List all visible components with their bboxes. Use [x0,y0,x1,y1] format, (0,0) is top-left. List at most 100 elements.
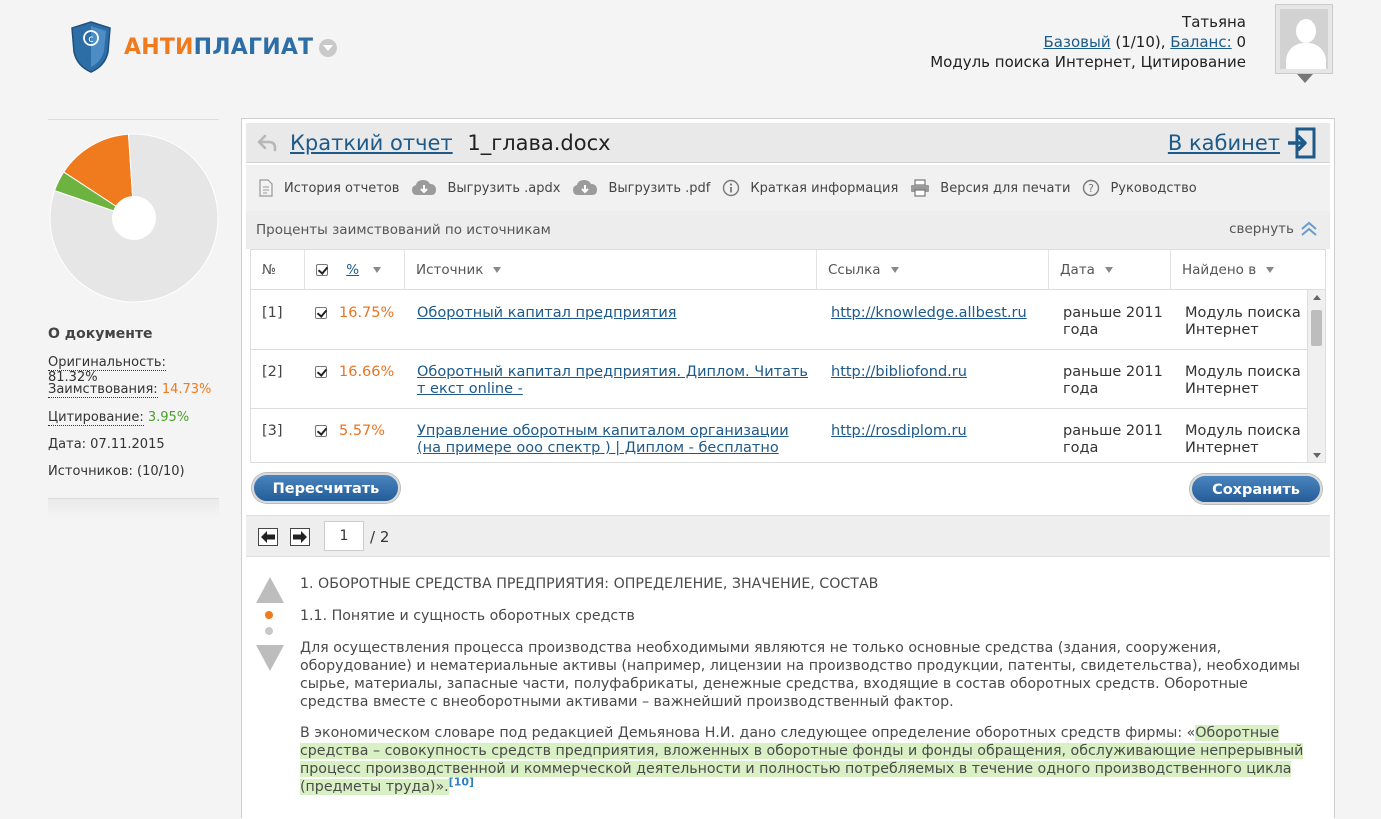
originality-row: Оригинальность: 81.32% [48,355,219,385]
originality-label: Оригинальность: [48,355,166,371]
row-url-link[interactable]: http://rosdiplom.ru [831,423,967,440]
brief-info-button[interactable]: Краткая информация [722,179,898,197]
scroll-thumb[interactable] [1311,310,1322,346]
export-pdf-button[interactable]: Выгрузить .pdf [572,179,710,197]
row-date: раньше 2011 года [1063,423,1163,456]
back-arrow-icon[interactable] [256,132,278,154]
history-button[interactable]: История отчетов [258,179,399,197]
plan-link[interactable]: Базовый [1044,33,1111,51]
history-label: История отчетов [284,180,400,196]
scroll-up-icon[interactable] [1313,295,1321,300]
export-pdf-label: Выгрузить .pdf [608,180,711,196]
row-date: раньше 2011 года [1063,364,1163,397]
shield-logo-icon: c [71,21,111,73]
row-checkbox[interactable] [315,305,327,322]
table-row: [1] 16.75% Оборотный капитал предприятия… [251,291,1309,350]
print-version-button[interactable]: Версия для печати [910,179,1070,197]
borrowing-value: 14.73% [161,382,212,397]
col-date-label: Дата [1060,262,1095,278]
next-page-button[interactable] [290,528,310,546]
guide-label: Руководство [1110,180,1197,196]
doc-plain-text: В экономическом словаре под редакцией Де… [300,725,1196,741]
citation-value: 3.95% [147,410,190,425]
sort-icon[interactable] [493,267,502,273]
current-match-dot[interactable] [265,611,273,619]
row-num: [1] [262,305,283,321]
svg-text:?: ? [1089,182,1095,195]
row-found: Модуль поиска Интернет [1185,364,1301,397]
next-match-arrow-icon[interactable] [256,645,284,671]
citation-label: Цитирование: [48,410,144,426]
col-num: № [251,250,305,290]
row-url-link[interactable]: http://knowledge.allbest.ru [831,305,1027,322]
row-checkbox[interactable] [315,364,327,381]
row-checkbox[interactable] [315,423,327,440]
row-source-link[interactable]: Оборотный капитал предприятия [417,305,809,322]
row-pct: 5.57% [339,423,386,439]
avatar[interactable] [1275,4,1333,83]
table-scrollbar[interactable] [1307,290,1325,462]
report-header: Краткий отчет 1_глава.docx В кабинет [246,123,1330,163]
col-pct[interactable]: % [305,250,405,290]
doc-paragraph-with-match: В экономическом словаре под редакцией Де… [300,724,1310,796]
prev-page-button[interactable] [258,528,278,546]
export-apdx-button[interactable]: Выгрузить .apdx [411,179,560,197]
source-reference[interactable]: [10] [449,775,474,788]
cabinet-nav[interactable]: В кабинет [1168,127,1316,159]
pie-chart [49,133,219,303]
brand-name: АНТИПЛАГИАТ [124,34,314,60]
report-panel: Краткий отчет 1_глава.docx В кабинет Ист… [241,118,1335,819]
avatar-head [1296,19,1316,43]
sort-icon[interactable] [1266,267,1275,273]
brief-report-link[interactable]: Краткий отчет [290,131,453,155]
page-number-input[interactable] [324,521,364,551]
brand-dropdown-icon[interactable] [319,39,338,57]
user-name: Татьяна [1182,13,1246,31]
save-button[interactable]: Сохранить [1190,474,1322,504]
sort-icon[interactable] [890,267,899,273]
row-source-link[interactable]: Управление оборотным капиталом организац… [417,423,809,457]
enter-cabinet-icon[interactable] [1286,127,1316,159]
col-found-label: Найдено в [1182,262,1257,278]
pct-sort-link[interactable]: % [346,262,359,278]
logo[interactable]: c АНТИПЛАГИАТ [70,20,338,74]
info-icon [723,179,740,197]
guide-button[interactable]: ? Руководство [1082,179,1197,197]
doc-paragraph: Для осуществления процесса производства … [300,640,1300,710]
select-all-checkbox[interactable] [316,264,328,276]
table-row: [2] 16.66% Оборотный капитал предприятия… [251,350,1309,409]
col-link[interactable]: Ссылка [817,250,1049,290]
cloud-download-icon [573,180,598,195]
prev-match-arrow-icon[interactable] [256,577,284,603]
recalculate-button[interactable]: Пересчитать [252,473,400,503]
export-apdx-label: Выгрузить .apdx [447,180,561,196]
balance-link[interactable]: Баланс: [1170,33,1231,51]
row-source-link[interactable]: Оборотный капитал предприятия. Диплом. Ч… [417,364,809,398]
cloud-download-icon [412,180,437,195]
row-url-link[interactable]: http://bibliofond.ru [831,364,967,381]
user-info: Татьяна Базовый (1/10), Баланс: 0 Модуль… [930,12,1246,72]
sort-icon[interactable] [373,267,382,273]
citation-row: Цитирование: 3.95% [48,410,190,426]
row-date: раньше 2011 года [1063,305,1163,338]
user-modules: Модуль поиска Интернет, Цитирование [930,53,1246,71]
table-header: № % Источник Ссылка Дата Найдено в [251,250,1325,290]
date-text: Дата: 07.11.2015 [48,437,165,452]
cabinet-link[interactable]: В кабинет [1168,131,1280,155]
report-title: Краткий отчет 1_глава.docx [290,131,611,155]
collapse-button[interactable]: свернуть [1229,221,1318,237]
row-found: Модуль поиска Интернет [1185,423,1301,456]
scroll-down-icon[interactable] [1313,453,1321,458]
avatar-dropdown-icon[interactable] [1297,74,1313,83]
col-source[interactable]: Источник [405,250,817,290]
brief-info-label: Краткая информация [750,180,899,196]
col-source-label: Источник [416,262,484,278]
sidebar: О документе Оригинальность: 81.32% Заимс… [48,119,219,519]
avatar-user-icon [1280,9,1328,69]
col-found[interactable]: Найдено в [1171,250,1325,290]
sort-icon[interactable] [1104,267,1113,273]
col-link-label: Ссылка [828,262,881,278]
col-date[interactable]: Дата [1049,250,1171,290]
match-dot[interactable] [265,627,273,635]
sources-section-header: Проценты заимствований по источникам све… [246,211,1330,249]
